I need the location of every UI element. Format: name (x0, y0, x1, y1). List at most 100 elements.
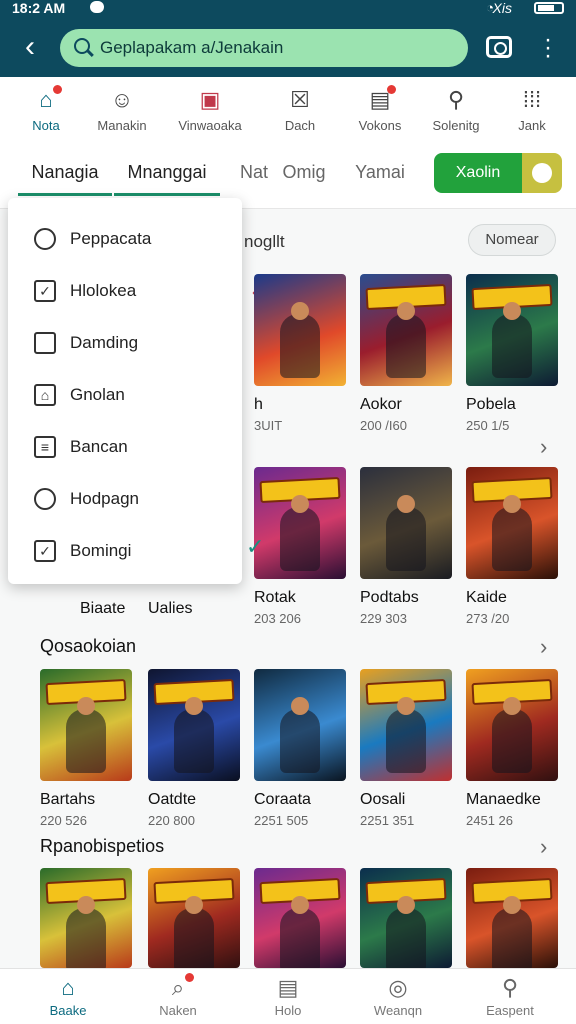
game-card[interactable]: Rotak 203 206 (254, 467, 346, 626)
search-icon (34, 488, 56, 510)
menu-item-label: Peppacata (70, 229, 152, 248)
character-art (280, 302, 320, 378)
tab-yamai[interactable]: Yamai (352, 162, 408, 196)
tab-omig[interactable]: Omig (282, 162, 326, 196)
menu-item-damding[interactable]: Damding (8, 320, 242, 366)
tab-mnanggai[interactable]: Mnanggai (114, 162, 220, 196)
menu-item-bomingi[interactable]: ✓ Bomingi (8, 528, 242, 574)
menu-item-label: Bancan (70, 437, 128, 456)
game-card[interactable]: Oosali 2251 351 (360, 669, 452, 828)
menu-item-hodpagn[interactable]: Hodpagn (8, 476, 242, 522)
menu-item-hlolokea[interactable]: ✓ Hlolokea (8, 268, 242, 314)
category-label: Vokons (358, 118, 402, 133)
nav-item-baake[interactable]: ⌂ Baake (18, 975, 118, 1023)
game-card[interactable]: Pobela 250 1/5 (466, 274, 558, 433)
grid-icon: ⁞⁞⁞ (522, 87, 542, 112)
search-icon (74, 38, 90, 54)
section-title: Rpanobispetios (40, 836, 165, 856)
character-art (66, 697, 106, 773)
nav-label: Naken (159, 1003, 197, 1018)
menu-item-label: Damding (70, 333, 139, 352)
game-meta: 200 /I60 (360, 418, 407, 433)
chevron-right-icon[interactable]: › (540, 634, 547, 660)
category-manakin[interactable]: ☺ Manakin (86, 82, 158, 142)
notification-badge (53, 85, 62, 94)
robot-icon: ☺ (110, 87, 134, 112)
game-title: Pobela (466, 396, 516, 413)
more-vert-icon[interactable]: · · · (538, 28, 558, 68)
category-jank[interactable]: ⁞⁞⁞ Jank (496, 82, 568, 142)
character-art (492, 697, 532, 773)
nav-label: Baake (49, 1003, 87, 1018)
menu-item-label: Hodpagn (70, 489, 140, 508)
game-meta: 229 303 (360, 611, 407, 626)
back-arrow-icon[interactable]: ‹ (14, 32, 46, 64)
category-vokons[interactable]: ▤ Vokons (344, 82, 416, 142)
game-meta: 203 206 (254, 611, 301, 626)
notification-badge (185, 973, 194, 982)
doc-icon: ▤ (277, 975, 299, 1000)
category-solenitg[interactable]: ⚲ Solenitg (420, 82, 492, 142)
game-card[interactable] (148, 868, 240, 968)
character-art (66, 896, 106, 968)
category-vinwaoaka[interactable]: ▣ Vinwaoaka (174, 82, 246, 142)
game-card[interactable]: Bartahs 220 526 (40, 669, 132, 828)
game-cover-image (360, 868, 452, 968)
game-card[interactable] (254, 868, 346, 968)
section-title: Qosaokoian (40, 636, 137, 656)
chevron-right-icon[interactable]: › (540, 434, 547, 460)
tab-nat[interactable]: Nat (236, 162, 272, 196)
game-card[interactable] (360, 868, 452, 968)
notification-badge (387, 85, 396, 94)
toggle-knob (532, 163, 552, 183)
game-card[interactable] (466, 868, 558, 968)
menu-item-peppacata[interactable]: Peppacata (8, 216, 242, 262)
partial-heading: nogllt (244, 232, 285, 251)
toggle-switch[interactable] (522, 153, 562, 193)
game-title: Oosali (360, 791, 406, 808)
view-toggle[interactable]: Xaolin (434, 153, 562, 193)
character-art (280, 896, 320, 968)
game-title: Manaedke (466, 791, 541, 808)
game-title: Bartahs (40, 791, 96, 808)
chevron-right-icon[interactable]: › (540, 834, 547, 860)
game-card[interactable]: Aokor 200 /I60 (360, 274, 452, 433)
game-card[interactable]: Kaide 273 /20 (466, 467, 558, 626)
nav-item-naken[interactable]: ⌕ Naken (128, 973, 228, 1023)
nav-item-easpent[interactable]: ⚲ Easpent (460, 975, 560, 1023)
game-card[interactable]: Coraata 2251 505 (254, 669, 346, 828)
bag-icon (34, 332, 56, 354)
search-bar[interactable] (60, 29, 468, 67)
list-icon: ≡ (34, 436, 56, 458)
game-title: Podtabs (360, 589, 419, 606)
game-card[interactable] (40, 868, 132, 968)
game-card[interactable]: Oatdte 220 800 (148, 669, 240, 828)
name-filter-button[interactable]: Nomear (468, 224, 556, 256)
close-box-icon: ☒ (290, 87, 310, 112)
nav-item-holo[interactable]: ▤ Holo (238, 975, 338, 1023)
game-cover-image (466, 274, 558, 386)
carrier-label: Xis (492, 0, 512, 16)
category-nota[interactable]: ⌂ Nota (10, 82, 82, 142)
category-label: Jank (518, 118, 546, 133)
category-dach[interactable]: ☒ Dach (264, 82, 336, 142)
nav-item-weanqn[interactable]: ◎ Weanqn (348, 975, 448, 1023)
game-title: Ualies (148, 600, 193, 617)
menu-item-gnolan[interactable]: ⌂ Gnolan (8, 372, 242, 418)
character-art (174, 896, 214, 968)
menu-item-bancan[interactable]: ≡ Bancan (8, 424, 242, 470)
game-card[interactable]: h 3UIT (254, 274, 346, 433)
house-icon: ⌂ (34, 384, 56, 406)
status-time: 18:2 AM (12, 0, 66, 16)
game-cover-image (360, 669, 452, 781)
tab-nanagia[interactable]: Nanagia (18, 162, 112, 196)
game-title: Aokor (360, 396, 402, 413)
game-card[interactable]: Manaedke 2451 26 (466, 669, 558, 828)
game-cover-image (466, 669, 558, 781)
home-icon: ⌂ (34, 85, 62, 112)
camera-icon[interactable] (486, 36, 512, 58)
search-input[interactable] (100, 29, 450, 67)
category-strip: ⌂ Nota ☺ Manakin ▣ Vinwaoaka ☒ Dach ▤ Vo… (0, 82, 576, 144)
game-meta: 2251 351 (360, 813, 415, 828)
game-card[interactable]: Podtabs 229 303 (360, 467, 452, 626)
